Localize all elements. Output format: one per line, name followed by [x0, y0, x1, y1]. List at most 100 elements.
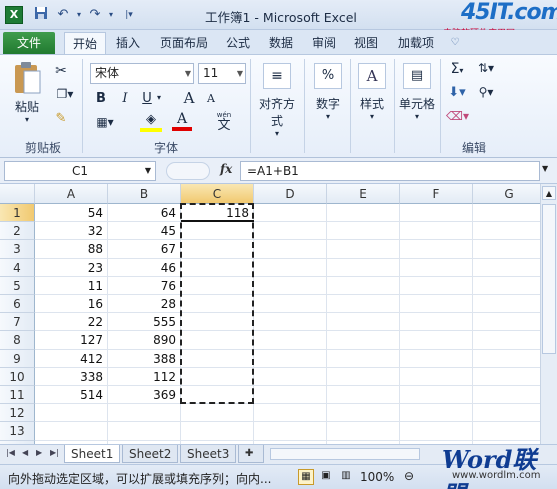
- cell-e1[interactable]: [327, 204, 400, 223]
- grow-font-button[interactable]: A: [182, 89, 196, 107]
- cell-f12[interactable]: [400, 404, 473, 423]
- cell-e3[interactable]: [327, 240, 400, 259]
- cell-a2[interactable]: 32: [35, 222, 108, 241]
- cell-d1[interactable]: [254, 204, 327, 223]
- cell-a4[interactable]: 23: [35, 258, 108, 277]
- row-header-3[interactable]: 3: [0, 240, 35, 259]
- cell-f10[interactable]: [400, 367, 473, 386]
- tab-file[interactable]: 文件: [3, 32, 55, 54]
- cell-f6[interactable]: [400, 295, 473, 314]
- underline-button[interactable]: U: [140, 91, 154, 106]
- cell-e9[interactable]: [327, 349, 400, 368]
- cell-c6[interactable]: [181, 295, 254, 314]
- cell-a12[interactable]: [35, 404, 108, 423]
- tab-view[interactable]: 视图: [348, 32, 384, 54]
- border-icon[interactable]: ▦▾: [94, 115, 116, 129]
- vertical-scrollbar[interactable]: ▲: [540, 184, 557, 444]
- cell-g3[interactable]: [473, 240, 540, 259]
- cell-g8[interactable]: [473, 331, 540, 350]
- cell-b5[interactable]: 76: [108, 276, 181, 295]
- cell-d4[interactable]: [254, 258, 327, 277]
- cell-c4[interactable]: [181, 258, 254, 277]
- cell-f13[interactable]: [400, 422, 473, 441]
- cell-a8[interactable]: 127: [35, 331, 108, 350]
- cell-f5[interactable]: [400, 276, 473, 295]
- paste-button[interactable]: 粘贴 ▾: [8, 61, 46, 131]
- name-box[interactable]: C1 ▼: [4, 161, 156, 181]
- cell-d3[interactable]: [254, 240, 327, 259]
- insert-function-button[interactable]: fx: [220, 162, 232, 176]
- cell-f11[interactable]: [400, 386, 473, 405]
- column-header-b[interactable]: B: [108, 184, 181, 204]
- cell-a5[interactable]: 11: [35, 276, 108, 295]
- tab-formulas[interactable]: 公式: [220, 32, 256, 54]
- cell-d5[interactable]: [254, 276, 327, 295]
- excel-app-icon[interactable]: X: [5, 6, 23, 24]
- column-header-a[interactable]: A: [35, 184, 108, 204]
- zoom-out-icon[interactable]: ⊖: [404, 469, 414, 483]
- cells-button[interactable]: ▤ 单元格 ▾: [396, 61, 438, 135]
- cell-c5[interactable]: [181, 276, 254, 295]
- cell-g4[interactable]: [473, 259, 540, 277]
- cell-e2[interactable]: [327, 222, 400, 241]
- cell-b13[interactable]: [108, 422, 181, 441]
- sheet-tab-2[interactable]: Sheet2: [122, 445, 179, 463]
- cell-d6[interactable]: [254, 295, 327, 314]
- cell-e10[interactable]: [327, 367, 400, 386]
- cell-c7[interactable]: [181, 313, 254, 332]
- alignment-button[interactable]: ≡ 对齐方式 ▾: [254, 61, 300, 138]
- cell-b10[interactable]: 112: [108, 367, 181, 386]
- select-all-corner[interactable]: [0, 184, 35, 204]
- cell-g1[interactable]: [473, 204, 540, 223]
- page-layout-view-icon[interactable]: ▣: [318, 469, 334, 485]
- cell-f8[interactable]: [400, 331, 473, 350]
- cell-g11[interactable]: [473, 386, 540, 405]
- find-select-icon[interactable]: ⚲▾: [474, 85, 498, 99]
- cell-e12[interactable]: [327, 404, 400, 423]
- last-sheet-icon[interactable]: ▶|: [50, 448, 59, 457]
- expand-formula-icon[interactable]: ▼: [542, 164, 548, 173]
- next-sheet-icon[interactable]: ▶: [36, 448, 42, 457]
- cell-d13[interactable]: [254, 422, 327, 441]
- cell-e5[interactable]: [327, 276, 400, 295]
- worksheet-grid[interactable]: A B C D E F G 1 54 64 118 2 32 45 3 88 67 4 23 46 5 11 76 6 16 28…: [0, 184, 540, 444]
- cell-a9[interactable]: 412: [35, 349, 108, 368]
- tab-page-layout[interactable]: 页面布局: [150, 32, 218, 54]
- row-header-10[interactable]: 10: [0, 367, 35, 386]
- cell-c3[interactable]: [181, 240, 254, 259]
- cell-b8[interactable]: 890: [108, 331, 181, 350]
- row-header-13[interactable]: 13: [0, 422, 35, 441]
- cell-c12[interactable]: [181, 404, 254, 423]
- tab-data[interactable]: 数据: [262, 32, 300, 54]
- cell-c10[interactable]: [181, 367, 254, 386]
- sort-filter-icon[interactable]: ⇅▾: [474, 61, 498, 75]
- cell-f4[interactable]: [400, 258, 473, 277]
- normal-view-icon[interactable]: ▦: [298, 469, 314, 485]
- tab-home[interactable]: 开始: [64, 32, 106, 54]
- prev-sheet-icon[interactable]: ◀: [22, 448, 28, 457]
- row-header-7[interactable]: 7: [0, 313, 35, 332]
- cell-a13[interactable]: [35, 422, 108, 441]
- cell-d2[interactable]: [254, 222, 327, 241]
- row-header-2[interactable]: 2: [0, 222, 35, 241]
- bold-button[interactable]: B: [94, 91, 108, 106]
- cell-a3[interactable]: 88: [35, 240, 108, 259]
- cell-a7[interactable]: 22: [35, 313, 108, 332]
- help-icon[interactable]: ♡: [448, 32, 462, 54]
- cell-b6[interactable]: 28: [108, 295, 181, 314]
- tab-addins[interactable]: 加载项: [392, 32, 440, 54]
- cell-g12[interactable]: [473, 404, 540, 423]
- column-header-e[interactable]: E: [327, 184, 400, 204]
- cell-e6[interactable]: [327, 295, 400, 314]
- cell-e4[interactable]: [327, 258, 400, 277]
- copy-icon[interactable]: ❐▾: [52, 87, 78, 101]
- italic-button[interactable]: I: [118, 91, 132, 106]
- cell-e8[interactable]: [327, 331, 400, 350]
- format-painter-icon[interactable]: ✎: [52, 111, 70, 126]
- cell-e13[interactable]: [327, 422, 400, 441]
- autosum-icon[interactable]: Σ▾: [446, 61, 468, 77]
- cell-b1[interactable]: 64: [108, 204, 181, 223]
- shrink-font-button[interactable]: A: [205, 92, 217, 105]
- column-header-g[interactable]: G: [473, 184, 540, 204]
- cell-f2[interactable]: [400, 222, 473, 241]
